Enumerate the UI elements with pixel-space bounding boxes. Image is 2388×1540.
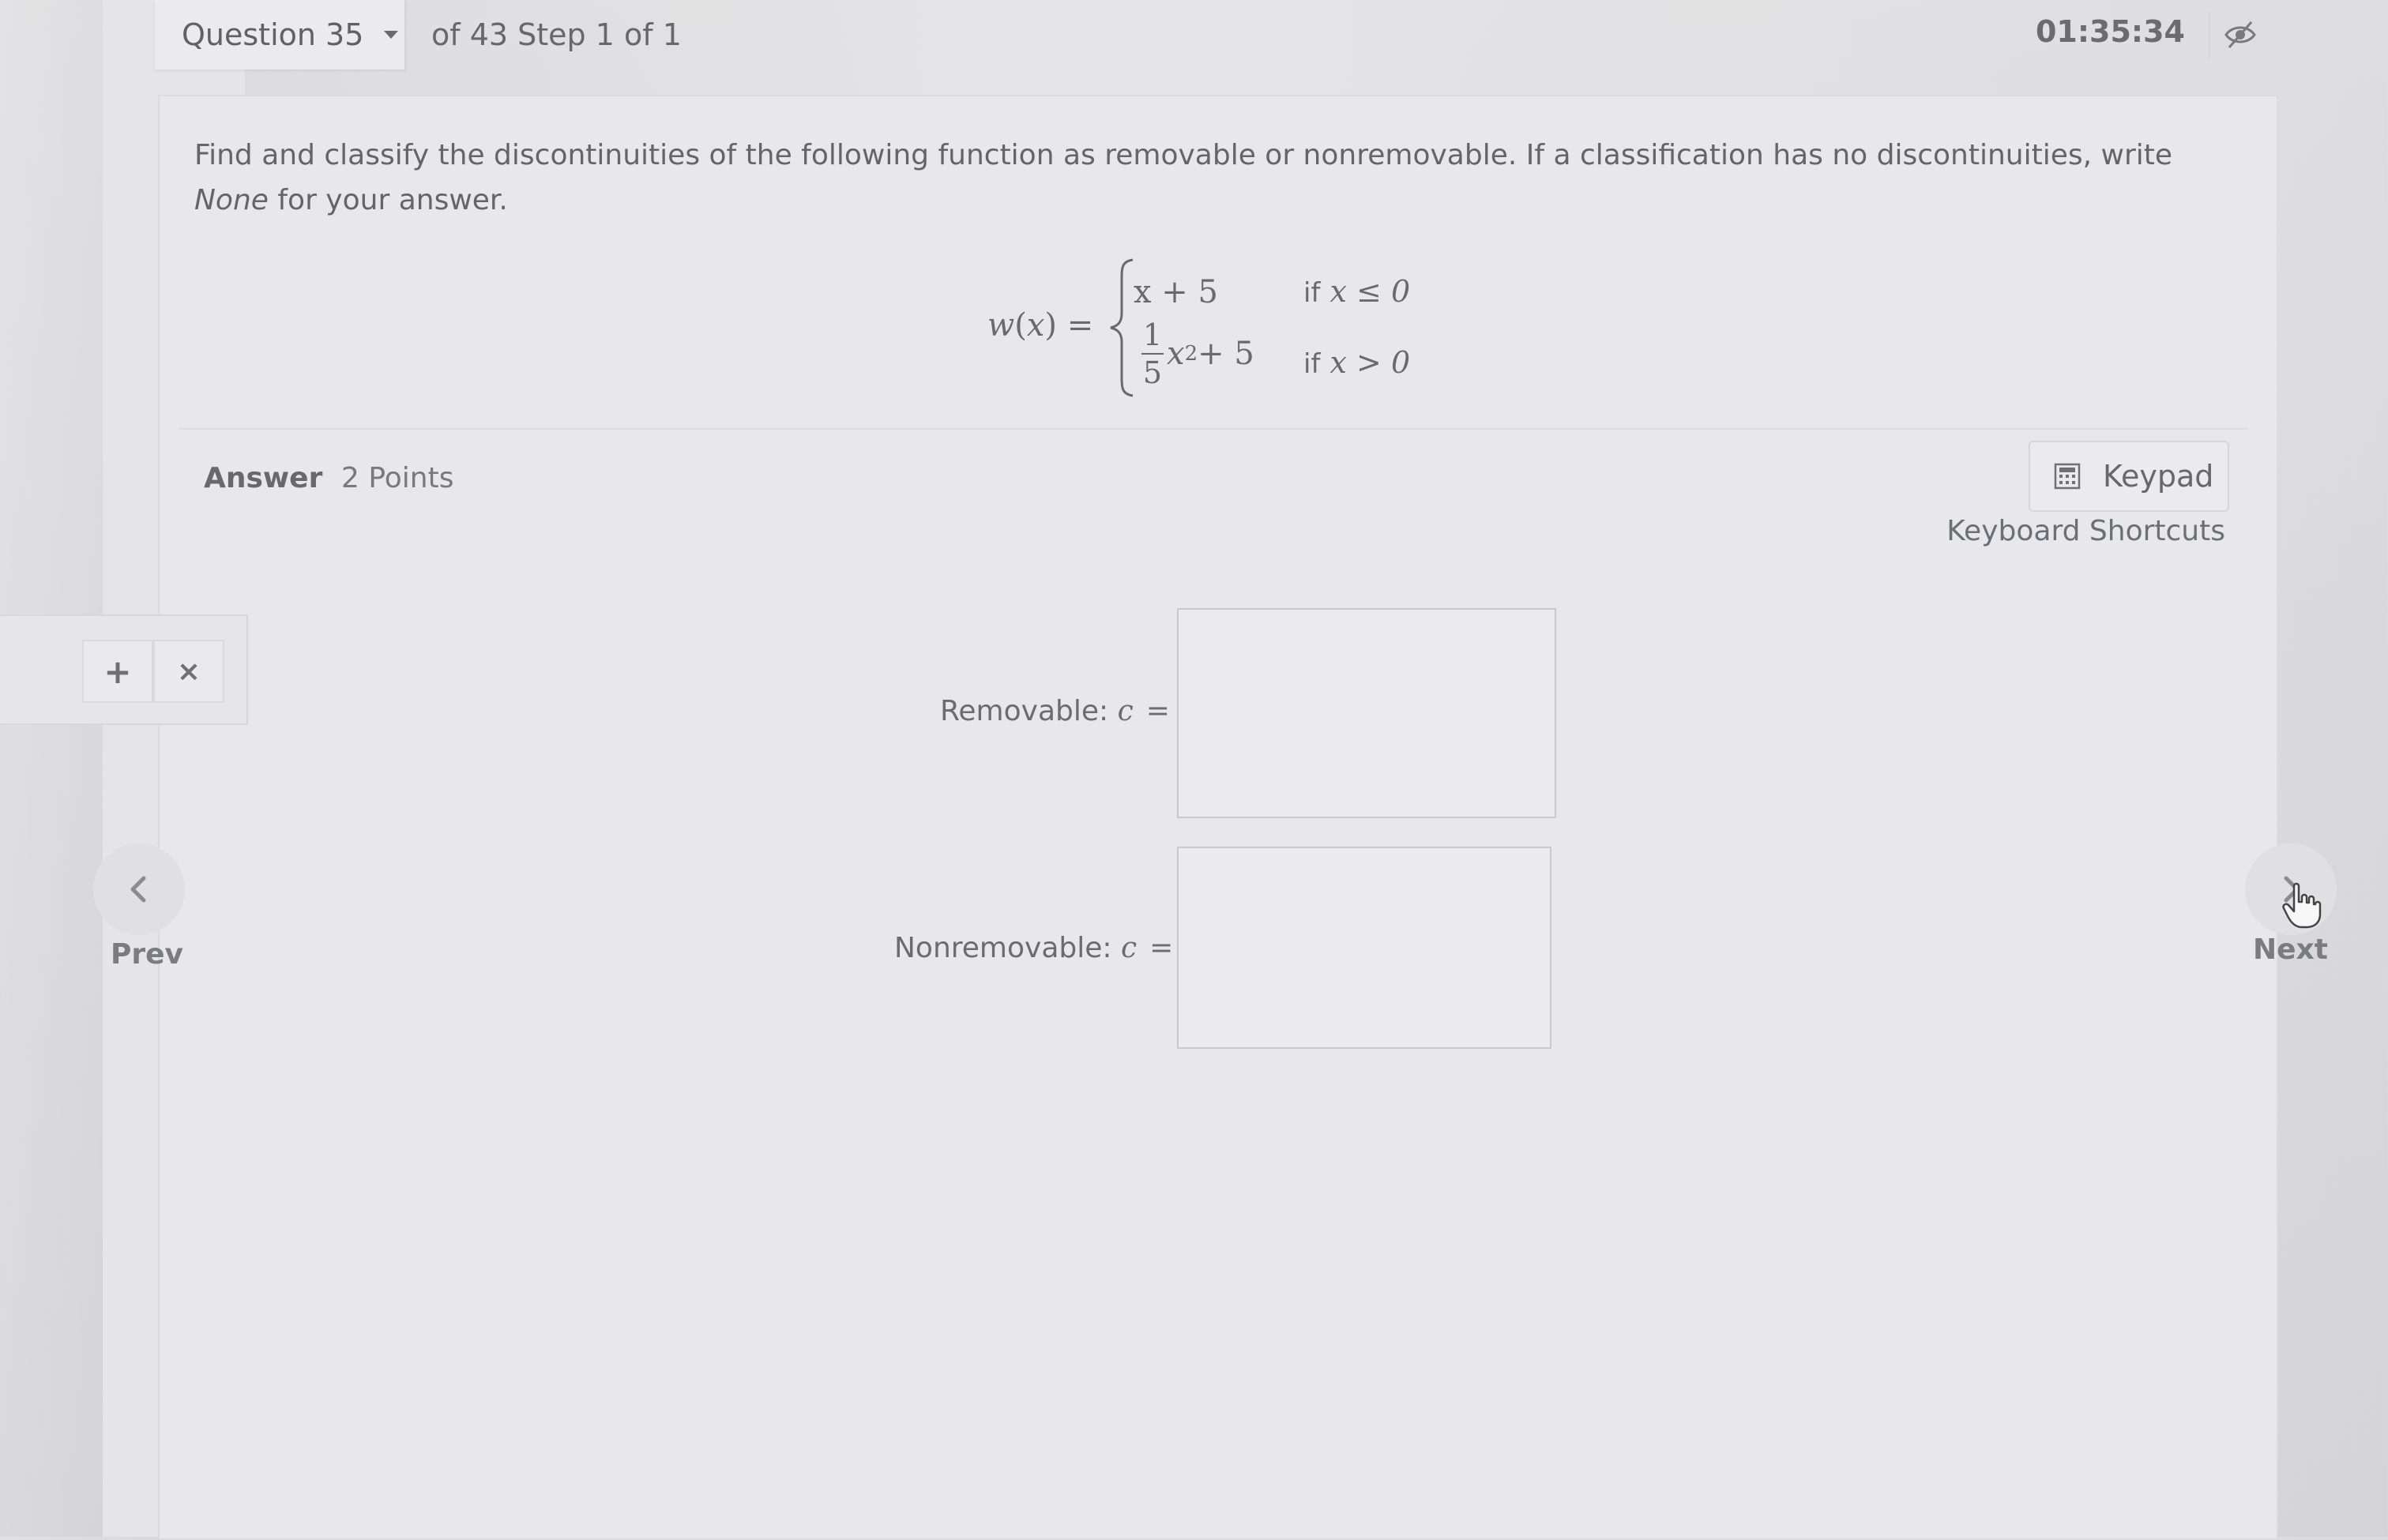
case-1-condition: if x ≤ 0 [1303, 274, 1410, 309]
fraction-numerator: 1 [1142, 317, 1163, 352]
timer: 01:35:34 [2035, 14, 2185, 49]
chevron-down-icon [384, 31, 399, 39]
eye-off-icon[interactable] [2223, 19, 2258, 51]
fraction-denominator: 5 [1142, 355, 1163, 390]
next-label: Next [2253, 933, 2328, 966]
case-1-if: if [1303, 277, 1321, 309]
points-label: 2 Points [341, 462, 454, 494]
prev-button[interactable] [93, 843, 185, 935]
add-button[interactable]: + [82, 640, 153, 703]
case-2-expression: 1 5 x2 + 5 [1141, 318, 1254, 389]
question-header: Question 35 of 43 Step 1 of 1 01:35:34 [155, 0, 2272, 71]
equation-lhs: w(x) = [987, 307, 1094, 344]
case-1-expression: x + 5 [1134, 274, 1218, 310]
tool-panel: + × [0, 614, 248, 725]
hand-pointer-icon [2282, 882, 2322, 929]
prompt-text-start: Find and classify the discontinuities of… [194, 139, 2173, 171]
function-variable: x [1026, 307, 1045, 344]
calculator-icon [2054, 463, 2081, 490]
step-indicator: of 43 Step 1 of 1 [431, 17, 682, 52]
removable-input[interactable] [1177, 608, 1556, 818]
removable-row: Removable: c = [940, 695, 1170, 727]
case-2-rest: + 5 [1198, 336, 1254, 372]
prompt-text-end: for your answer. [268, 184, 508, 216]
chevron-left-icon [130, 876, 146, 903]
prev-label: Prev [111, 938, 184, 971]
fraction: 1 5 [1141, 318, 1164, 389]
case-2-exponent: 2 [1184, 342, 1198, 366]
case-2-if: if [1303, 348, 1321, 380]
left-brace-icon [1110, 258, 1134, 397]
keyboard-shortcuts-link[interactable]: Keyboard Shortcuts [1946, 515, 2225, 547]
case-2-variable: x [1167, 336, 1185, 372]
answer-heading: Answer [204, 462, 323, 494]
nonremovable-row: Nonremovable: c = [894, 932, 1173, 964]
question-select-dropdown[interactable]: Question 35 [155, 0, 406, 69]
case-2-condition: if x > 0 [1303, 345, 1410, 380]
close-icon[interactable]: × [153, 640, 224, 703]
keypad-label: Keypad [2103, 459, 2214, 494]
case-1-cond: x ≤ 0 [1329, 274, 1411, 309]
case-2-cond: x > 0 [1329, 345, 1411, 380]
nonremovable-label: Nonremovable: c = [894, 932, 1174, 964]
removable-label: Removable: c = [940, 695, 1170, 727]
piecewise-equation: w(x) = x + 5 1 5 x2 + 5 if x ≤ 0 if x > … [987, 257, 1430, 407]
equals-sign: = [1066, 307, 1094, 344]
section-divider [179, 428, 2248, 430]
prompt-none-word: None [194, 184, 269, 216]
timer-divider [2209, 11, 2210, 58]
question-label: Question 35 [182, 17, 364, 52]
function-name: w [987, 307, 1015, 344]
question-prompt: Find and classify the discontinuities of… [194, 133, 2217, 223]
nonremovable-input[interactable] [1177, 847, 1551, 1049]
keypad-button[interactable]: Keypad [2029, 441, 2229, 512]
